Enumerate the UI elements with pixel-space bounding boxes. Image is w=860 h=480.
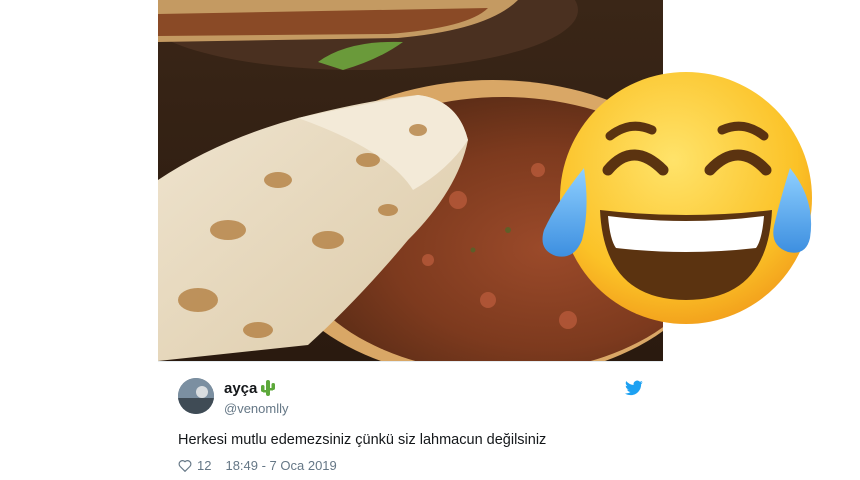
like-count[interactable]: 12 bbox=[197, 458, 211, 473]
face-with-tears-of-joy-icon bbox=[542, 72, 812, 324]
avatar-image bbox=[178, 378, 214, 414]
handle[interactable]: @venomlly bbox=[224, 401, 289, 416]
tweet-text: Herkesi mutlu edemezsiniz çünkü siz lahm… bbox=[178, 432, 547, 448]
display-name[interactable]: ayça bbox=[224, 380, 257, 397]
avatar[interactable] bbox=[178, 378, 214, 414]
author-name-row[interactable]: ayça bbox=[224, 379, 276, 397]
tweet-meta: 12 18:49 - 7 Oca 2019 bbox=[178, 458, 337, 473]
twitter-bird-icon[interactable] bbox=[625, 380, 643, 396]
tweet-body: ayça @venomlly Herkesi mutlu edemezsiniz… bbox=[158, 361, 663, 480]
timestamp[interactable]: 18:49 - 7 Oca 2019 bbox=[225, 458, 336, 473]
heart-icon[interactable] bbox=[178, 459, 192, 472]
cactus-icon bbox=[261, 380, 276, 396]
